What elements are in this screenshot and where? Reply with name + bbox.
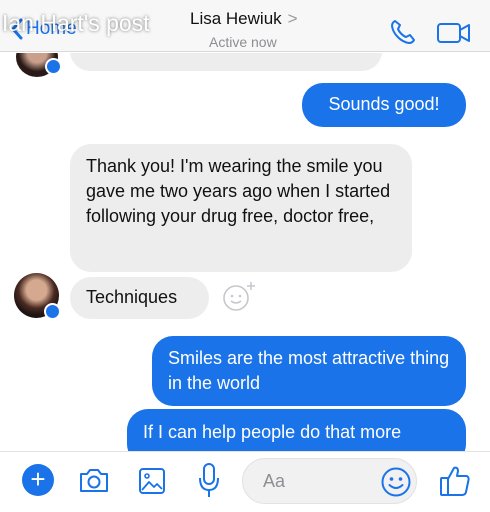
messenger-badge-icon [44, 303, 61, 320]
contact-chevron: > [287, 9, 298, 28]
camera-icon[interactable] [78, 466, 110, 494]
thumbs-up-icon[interactable] [439, 464, 471, 498]
post-overlay-title: Ian Hart's post [2, 10, 150, 36]
message-thread[interactable]: Sounds good! Thank you! I'm wearing the … [0, 53, 490, 451]
contact-status: Active now [209, 34, 277, 50]
message-bubble-outgoing[interactable]: If I can help people do that more [127, 409, 466, 451]
add-reaction-icon[interactable] [221, 279, 257, 313]
video-camera-icon[interactable] [437, 22, 471, 44]
smiley-icon[interactable] [380, 466, 412, 498]
messenger-badge-icon [45, 58, 62, 75]
message-input[interactable] [263, 469, 373, 493]
photo-gallery-icon[interactable] [138, 465, 166, 495]
message-bubble-outgoing[interactable]: Sounds good! [302, 83, 466, 127]
message-bubble-incoming[interactable]: Thank you! I'm wearing the smile you gav… [70, 144, 412, 272]
phone-icon[interactable] [389, 18, 417, 46]
message-bubble-incoming[interactable]: Techniques [70, 277, 209, 319]
contact-info[interactable]: Lisa Hewiuk > Active now [190, 9, 298, 50]
message-bubble-outgoing[interactable]: Smiles are the most attractive thing in … [152, 336, 466, 406]
contact-name: Lisa Hewiuk [190, 9, 282, 28]
microphone-icon[interactable] [198, 462, 220, 500]
previous-message-bubble [70, 53, 382, 71]
add-button[interactable]: + [22, 464, 54, 496]
message-composer: + [0, 451, 490, 512]
